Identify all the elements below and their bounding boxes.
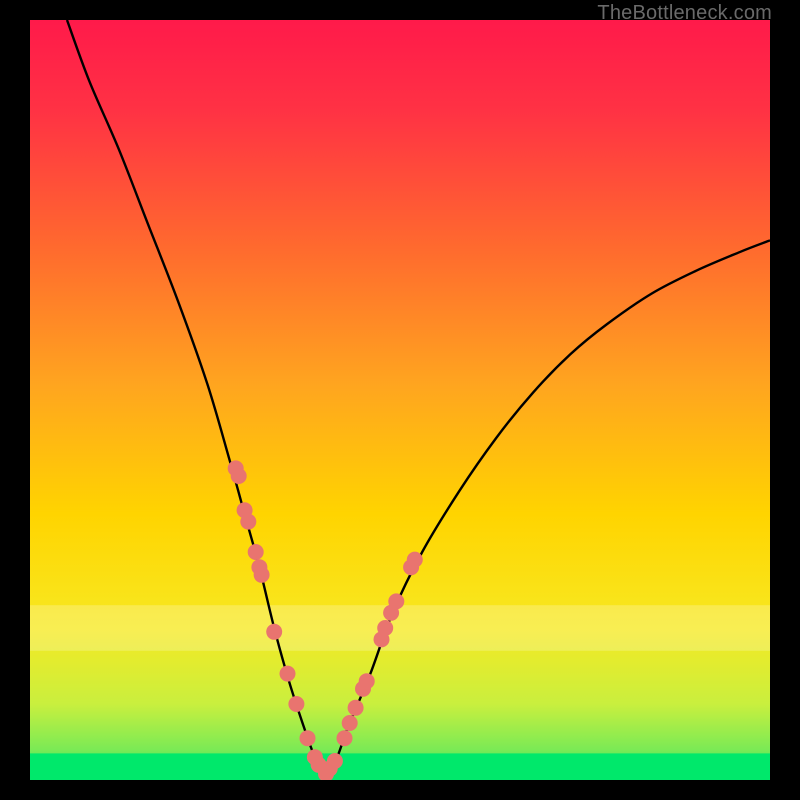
data-point-marker: [377, 620, 393, 636]
data-point-marker: [266, 624, 282, 640]
chart-svg: [30, 20, 770, 780]
data-point-marker: [359, 673, 375, 689]
data-point-marker: [327, 753, 343, 769]
data-point-marker: [240, 514, 256, 530]
data-point-marker: [254, 567, 270, 583]
data-point-marker: [337, 730, 353, 746]
data-point-marker: [280, 666, 296, 682]
data-point-marker: [407, 552, 423, 568]
data-point-marker: [288, 696, 304, 712]
data-point-marker: [231, 468, 247, 484]
data-point-marker: [300, 730, 316, 746]
data-point-marker: [342, 715, 358, 731]
chart-frame: [30, 20, 770, 780]
data-point-marker: [348, 700, 364, 716]
gradient-background: [30, 20, 770, 780]
watermark-text: TheBottleneck.com: [597, 2, 772, 25]
pale-highlight-band: [30, 605, 770, 651]
data-point-marker: [388, 593, 404, 609]
data-point-marker: [248, 544, 264, 560]
green-bottom-band: [30, 753, 770, 780]
